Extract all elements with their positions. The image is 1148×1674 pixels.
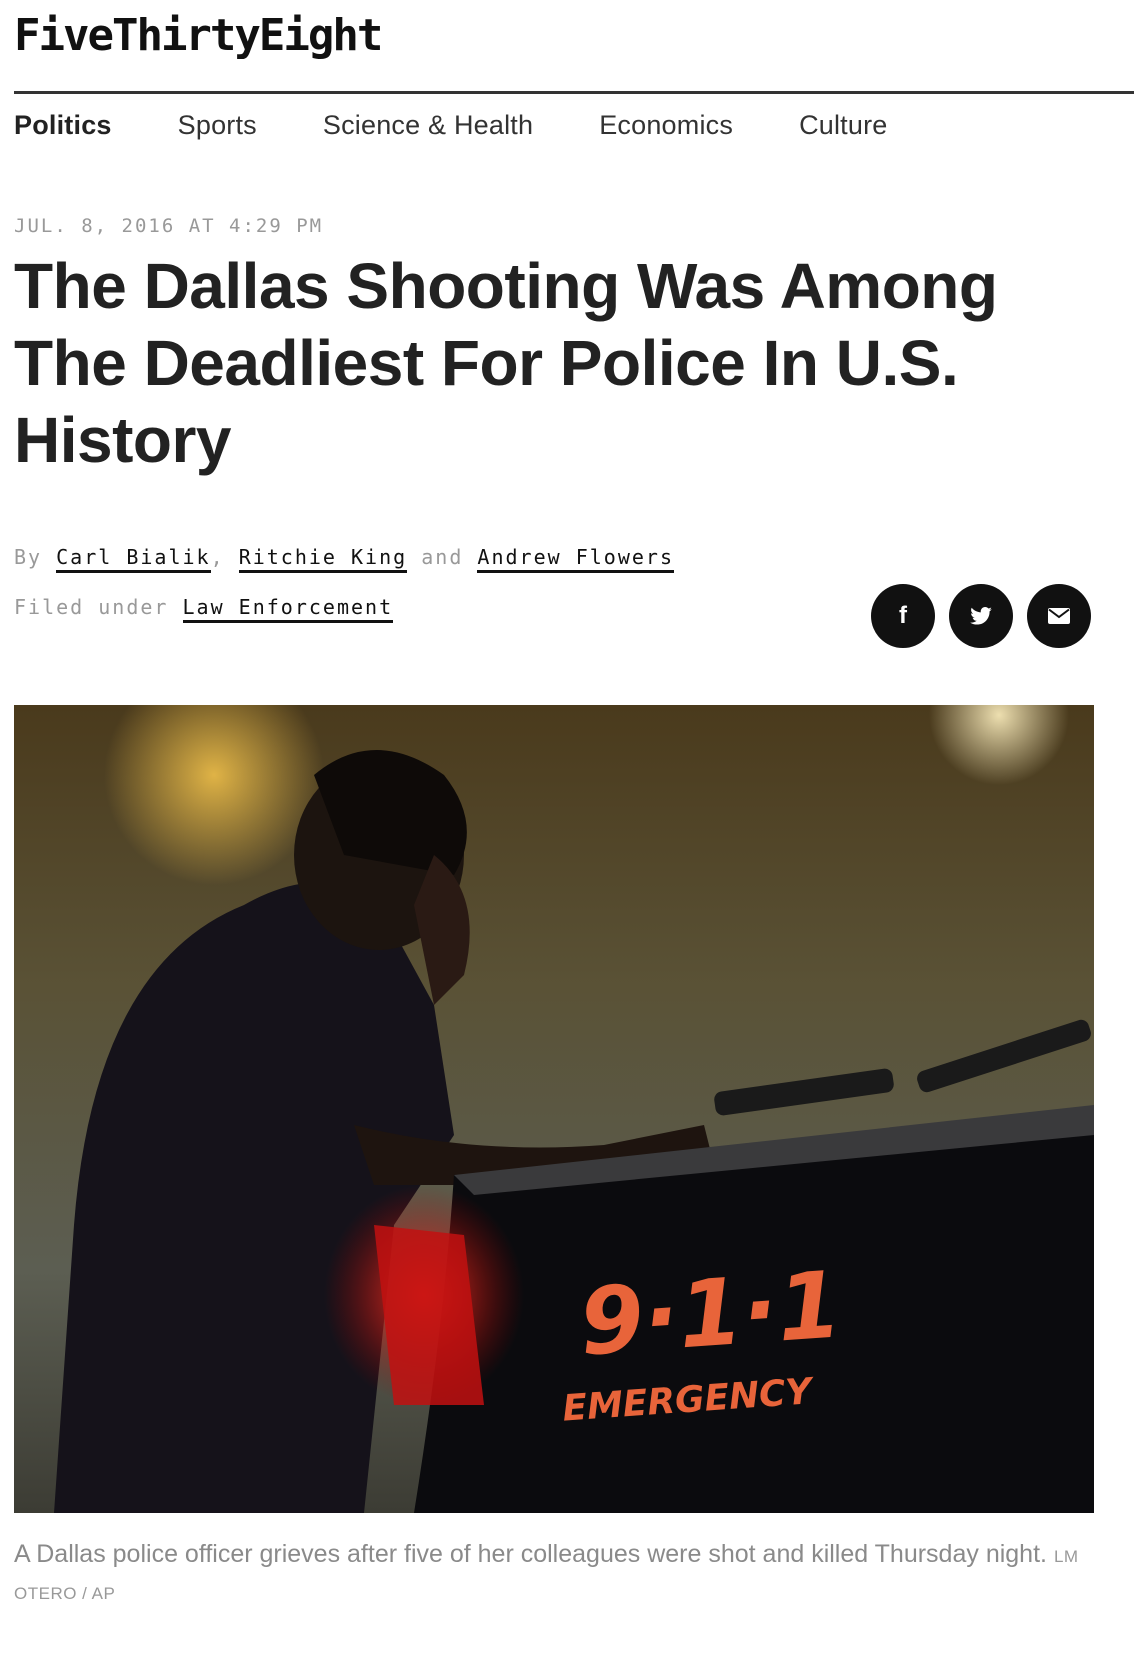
byline: By Carl Bialik, Ritchie King and Andrew …: [14, 545, 674, 573]
nav-politics[interactable]: Politics: [14, 110, 112, 141]
photo-caption: A Dallas police officer grieves after fi…: [14, 1537, 1094, 1611]
article-hero-photo: 9·1·1 EMERGENCY: [14, 705, 1094, 1513]
site-logo[interactable]: FiveThirtyEight: [14, 14, 383, 58]
byline-prefix: By: [14, 545, 43, 569]
header-rule: [14, 91, 1134, 94]
share-email-button[interactable]: [1027, 584, 1091, 648]
share-buttons: f: [871, 584, 1091, 648]
nav-economics[interactable]: Economics: [599, 110, 733, 141]
nav-culture[interactable]: Culture: [799, 110, 887, 141]
author-link-carl-bialik[interactable]: Carl Bialik: [56, 545, 211, 573]
share-facebook-button[interactable]: f: [871, 584, 935, 648]
article-dateline: JUL. 8, 2016 AT 4:29 PM: [14, 215, 324, 237]
nav-sports[interactable]: Sports: [178, 110, 257, 141]
filed-under: Filed under Law Enforcement: [14, 595, 394, 623]
nav-science-health[interactable]: Science & Health: [323, 110, 533, 141]
vehicle-text-911: 9·1·1: [576, 1251, 845, 1376]
author-link-andrew-flowers[interactable]: Andrew Flowers: [477, 545, 674, 573]
photo-illustration: 9·1·1 EMERGENCY: [14, 705, 1094, 1513]
author-link-ritchie-king[interactable]: Ritchie King: [238, 545, 408, 573]
share-twitter-button[interactable]: [949, 584, 1013, 648]
caption-text: A Dallas police officer grieves after fi…: [14, 1540, 1047, 1568]
email-icon: [1048, 608, 1070, 624]
facebook-icon: f: [899, 602, 907, 629]
tag-link-law-enforcement[interactable]: Law Enforcement: [182, 595, 394, 623]
section-nav: Politics Sports Science & Health Economi…: [14, 110, 954, 141]
article-headline: The Dallas Shooting Was Among The Deadli…: [14, 250, 998, 476]
byline-and: and: [421, 545, 464, 569]
filed-under-prefix: Filed under: [14, 595, 169, 619]
byline-comma: ,: [210, 545, 225, 569]
twitter-icon: [970, 607, 992, 625]
